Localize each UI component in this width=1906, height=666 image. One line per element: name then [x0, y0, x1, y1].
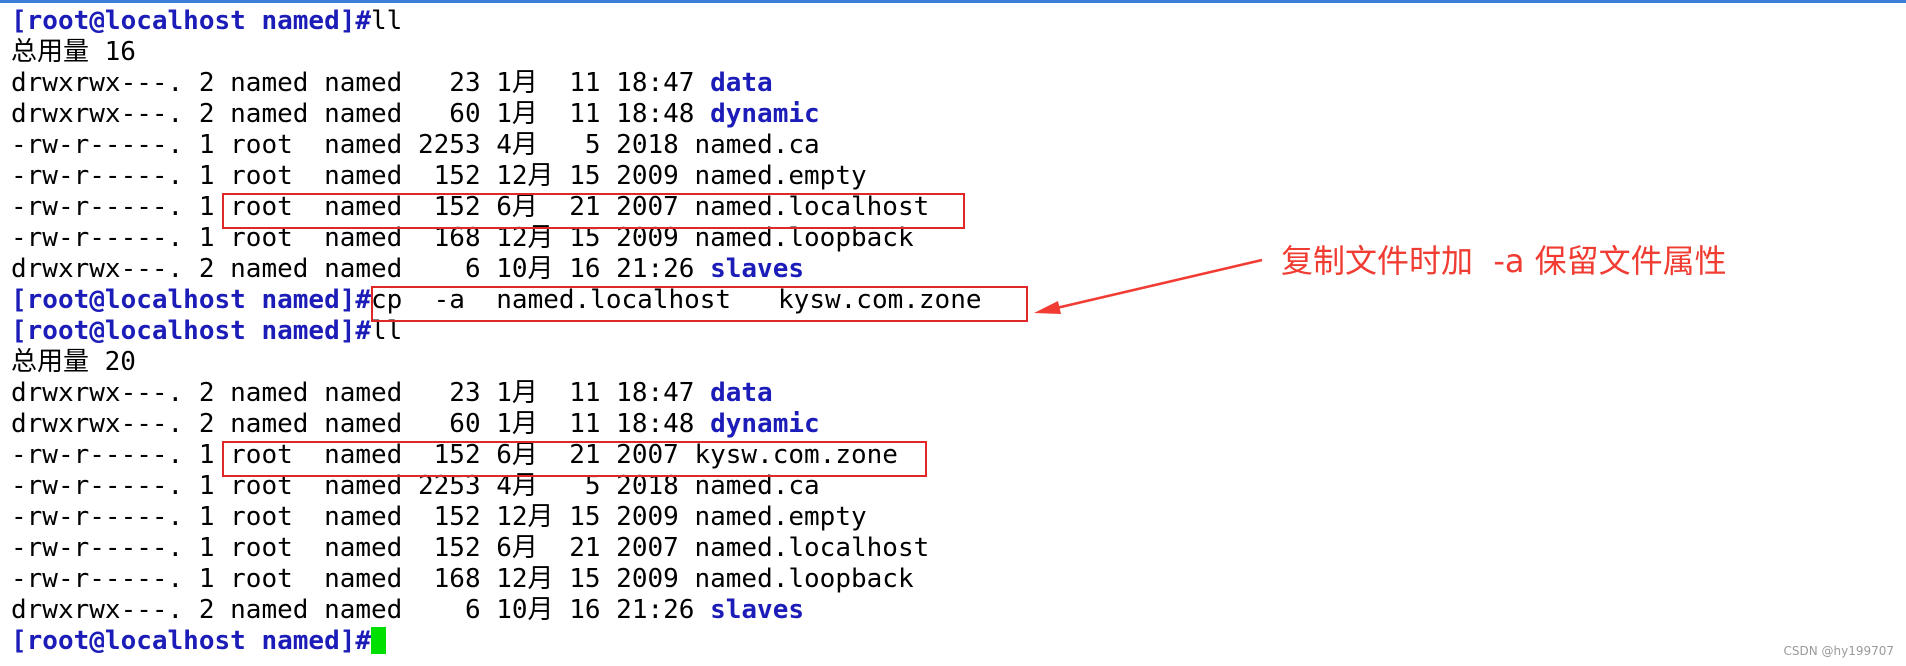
annotation-arrow [1034, 258, 1263, 314]
watermark: CSDN @hy199707 [1783, 644, 1894, 658]
annotation-text: 复制文件时加 -a 保留文件属性 [1281, 242, 1727, 280]
